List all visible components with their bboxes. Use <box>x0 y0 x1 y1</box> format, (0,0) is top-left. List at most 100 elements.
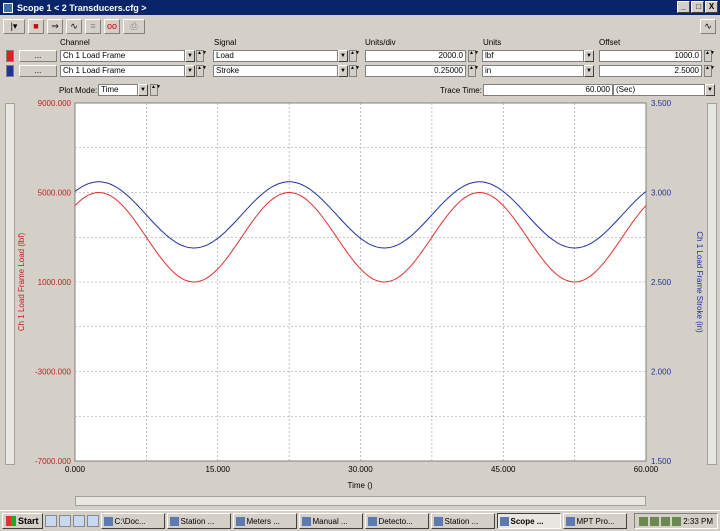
units-select[interactable]: in <box>482 65 584 77</box>
trace-time-unit-select[interactable]: (Sec) <box>613 84 705 96</box>
spinner-icon[interactable]: ▲▼ <box>196 65 207 77</box>
spinner-icon[interactable]: ▲▼ <box>349 50 360 62</box>
station-icon <box>433 516 443 526</box>
task-button[interactable]: Manual ... <box>298 513 363 529</box>
units-select[interactable]: lbf <box>482 50 584 62</box>
spinner-icon[interactable]: ▲▼ <box>468 65 479 77</box>
security-icon[interactable] <box>650 516 660 526</box>
x-tick-label: 15.000 <box>206 465 231 474</box>
channel-color-swatch[interactable] <box>6 65 14 77</box>
spinner-icon[interactable]: ▲▼ <box>349 65 360 77</box>
chevron-down-icon[interactable]: ▼ <box>705 84 715 96</box>
offset-field[interactable]: 2.5000 <box>599 65 702 77</box>
chevron-down-icon[interactable]: ▼ <box>185 65 195 77</box>
header-channel: Channel <box>60 38 90 47</box>
tray-app-icon[interactable] <box>672 516 682 526</box>
wrench-icon <box>301 516 311 526</box>
maximize-button[interactable]: □ <box>691 1 704 13</box>
task-label: C:\Doc... <box>114 516 146 526</box>
start-button[interactable]: Start <box>2 513 43 529</box>
stroke-series-line <box>74 181 647 249</box>
channel-color-swatch[interactable] <box>6 50 14 62</box>
task-button[interactable]: Detecto... <box>364 513 429 529</box>
task-button[interactable]: C:\Doc... <box>100 513 165 529</box>
tick-labels: 0.000 15.000 30.000 45.000 60.000 9000.000 500… <box>35 99 672 474</box>
channel-select[interactable]: Ch 1 Load Frame <box>60 50 185 62</box>
header-units-div: Units/div <box>365 38 396 47</box>
task-button[interactable]: Station ... <box>430 513 495 529</box>
left-scrollbar[interactable] <box>5 103 15 465</box>
x-tick-label: 0.000 <box>65 465 86 474</box>
task-label: Station ... <box>180 516 215 526</box>
desktop-icon[interactable] <box>58 515 71 527</box>
window-title-bar: Scope 1 < 2 Transducers.cfg > _ □ X <box>0 0 720 15</box>
right-tick-label: 1.500 <box>651 457 672 466</box>
arrow-icon[interactable]: ⇒ <box>47 18 63 34</box>
chevron-down-icon[interactable]: ▼ <box>338 65 348 77</box>
trace-time-field[interactable]: 60.000 <box>483 84 613 96</box>
task-button[interactable]: Meters ... <box>232 513 297 529</box>
spinner-icon[interactable]: ▲▼ <box>196 50 207 62</box>
task-button[interactable]: MPT Pro... <box>562 513 627 529</box>
right-tick-label: 3.000 <box>651 189 672 198</box>
scope-view-icon[interactable]: ∿ <box>700 18 716 34</box>
left-tick-label: 1000.000 <box>38 278 72 287</box>
left-tick-label: 5000.000 <box>38 189 72 198</box>
clock-app-icon[interactable] <box>86 515 99 527</box>
task-button-active[interactable]: Scope ... <box>496 513 561 529</box>
network-icon[interactable] <box>639 516 649 526</box>
scope-icon <box>499 516 509 526</box>
explorer-icon[interactable] <box>72 515 85 527</box>
task-label: Detecto... <box>378 516 413 526</box>
close-button[interactable]: X <box>705 1 718 13</box>
wave-icon[interactable]: ∿ <box>66 18 82 34</box>
scope-chart: 0.000 15.000 30.000 45.000 60.000 9000.000 500… <box>17 99 704 490</box>
chevron-down-icon[interactable]: ▼ <box>584 50 594 62</box>
trace-time-label: Trace Time: <box>440 86 482 95</box>
loop-icon[interactable]: oo <box>104 18 120 34</box>
load-series-line <box>74 192 647 283</box>
x-tick-label: 30.000 <box>348 465 373 474</box>
x-tick-label: 45.000 <box>491 465 516 474</box>
channel-settings-button[interactable]: ... <box>19 50 57 62</box>
right-tick-label: 2.500 <box>651 278 672 287</box>
chevron-down-icon[interactable]: ▼ <box>185 50 195 62</box>
right-axis-label: Ch 1 Load Frame Stroke (in) <box>695 231 704 333</box>
list-icon[interactable]: ≡ <box>85 18 101 34</box>
folder-icon <box>103 516 113 526</box>
dropdown-icon[interactable]: |▾ <box>3 18 25 34</box>
ie-icon[interactable] <box>44 515 57 527</box>
spinner-icon[interactable]: ▲▼ <box>468 50 479 62</box>
channel-select[interactable]: Ch 1 Load Frame <box>60 65 185 77</box>
gauge-icon <box>235 516 245 526</box>
task-button[interactable]: Station ... <box>166 513 231 529</box>
spinner-icon[interactable]: ▲▼ <box>150 84 161 96</box>
right-scrollbar[interactable] <box>707 103 717 465</box>
print-icon[interactable]: ⎙ <box>123 18 145 34</box>
left-tick-label: -7000.000 <box>35 457 72 466</box>
left-tick-label: 9000.000 <box>38 99 72 108</box>
offset-field[interactable]: 1000.0 <box>599 50 702 62</box>
stop-icon[interactable]: ■ <box>28 18 44 34</box>
channel-settings-button[interactable]: ... <box>19 65 57 77</box>
units-div-field[interactable]: 2000.0 <box>365 50 466 62</box>
task-label: Scope ... <box>510 516 544 526</box>
units-div-field[interactable]: 0.25000 <box>365 65 466 77</box>
minimize-button[interactable]: _ <box>677 1 690 13</box>
spinner-icon[interactable]: ▲▼ <box>704 65 715 77</box>
chevron-down-icon[interactable]: ▼ <box>338 50 348 62</box>
volume-icon[interactable] <box>661 516 671 526</box>
grid-lines <box>75 103 646 461</box>
signal-select[interactable]: Stroke <box>213 65 338 77</box>
app-icon <box>3 2 13 13</box>
header-offset: Offset <box>599 38 621 47</box>
chevron-down-icon[interactable]: ▼ <box>138 84 148 96</box>
horizontal-scrollbar[interactable] <box>75 496 646 506</box>
chevron-down-icon[interactable]: ▼ <box>584 65 594 77</box>
signal-select[interactable]: Load <box>213 50 338 62</box>
spinner-icon[interactable]: ▲▼ <box>704 50 715 62</box>
plot-mode-select[interactable]: Time <box>98 84 138 96</box>
right-tick-label: 3.500 <box>651 99 672 108</box>
task-label: Station ... <box>444 516 479 526</box>
plot-area <box>74 102 647 462</box>
